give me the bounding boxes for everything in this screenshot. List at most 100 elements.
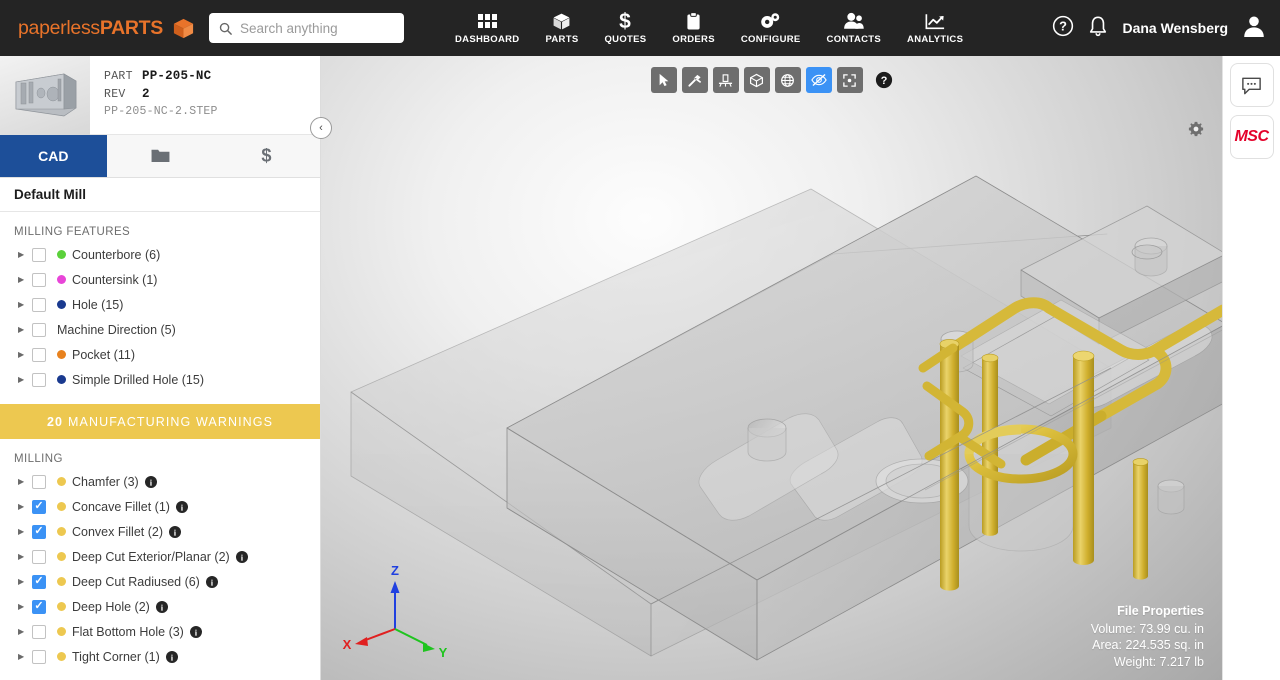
nav-item-configure[interactable]: CONFIGURE (728, 0, 814, 56)
feature-color-dot (57, 250, 66, 259)
nav-item-contacts[interactable]: CONTACTS (814, 0, 894, 56)
chevron-right-icon[interactable]: ▶ (18, 527, 30, 536)
feature-row-machine-direction[interactable]: ▶ Machine Direction (5) (0, 317, 320, 342)
chevron-right-icon[interactable]: ▶ (18, 577, 30, 586)
collapse-panel-button[interactable]: ‹ (310, 117, 332, 139)
milling-row-tight-corner[interactable]: ▶ Tight Corner (1) i (0, 644, 320, 669)
chevron-right-icon[interactable]: ▶ (18, 552, 30, 561)
feature-row-simple-drilled-hole[interactable]: ▶ Simple Drilled Hole (15) (0, 367, 320, 392)
milling-checkbox[interactable] (32, 624, 46, 639)
globe-tool-button[interactable] (774, 67, 801, 93)
feature-checkbox[interactable] (32, 372, 46, 387)
chevron-right-icon[interactable]: ▶ (18, 602, 30, 611)
file-weight: Weight: 7.217 lb (1113, 654, 1204, 669)
chevron-right-icon[interactable]: ▶ (18, 350, 30, 359)
section-plane-icon (718, 73, 733, 87)
tab-cad[interactable]: CAD (0, 135, 107, 177)
chevron-right-icon[interactable]: ▶ (18, 300, 30, 309)
search-input[interactable] (240, 20, 391, 36)
milling-row-deep-cut-radiused[interactable]: ▶ Deep Cut Radiused (6) i (0, 569, 320, 594)
tab-files[interactable] (107, 135, 214, 177)
chevron-right-icon[interactable]: ▶ (18, 275, 30, 284)
chat-button[interactable] (1229, 63, 1274, 107)
process-name: Default Mill (0, 178, 320, 212)
manufacturing-warnings-banner[interactable]: 20 MANUFACTURING WARNINGS (0, 404, 320, 439)
chevron-right-icon[interactable]: ▶ (18, 652, 30, 661)
milling-row-deep-hole[interactable]: ▶ Deep Hole (2) i (0, 594, 320, 619)
nav-item-dashboard[interactable]: DASHBOARD (442, 0, 532, 56)
bell-icon[interactable] (1088, 15, 1108, 42)
info-icon[interactable]: i (155, 600, 168, 613)
box-view-tool-button[interactable] (743, 67, 770, 93)
milling-checkbox[interactable] (32, 599, 46, 614)
nav-label: QUOTES (604, 34, 647, 45)
milling-checkbox[interactable] (32, 549, 46, 564)
feature-row-pocket[interactable]: ▶ Pocket (11) (0, 342, 320, 367)
measure-tool-button[interactable] (681, 67, 708, 93)
info-icon[interactable]: i (205, 575, 218, 588)
chevron-right-icon[interactable]: ▶ (18, 325, 30, 334)
fit-tool-button[interactable] (836, 67, 863, 93)
feature-checkbox[interactable] (32, 347, 46, 362)
nav-item-parts[interactable]: PARTS (532, 0, 591, 56)
milling-checkbox[interactable] (32, 574, 46, 589)
milling-row-flat-bottom-hole[interactable]: ▶ Flat Bottom Hole (3) i (0, 619, 320, 644)
chevron-right-icon[interactable]: ▶ (18, 502, 30, 511)
dollar-icon: $ (618, 11, 632, 31)
milling-checkbox[interactable] (32, 474, 46, 489)
feature-checkbox[interactable] (32, 322, 46, 337)
milling-checkbox[interactable] (32, 649, 46, 664)
axis-label-x: X (343, 637, 352, 652)
info-icon[interactable]: i (175, 500, 188, 513)
app-root: paperlessPARTS DA (0, 0, 1280, 680)
nav-label: PARTS (545, 34, 579, 45)
user-avatar-icon[interactable] (1242, 14, 1266, 43)
part-metadata: PART PP-205-NC REV 2 PP-205-NC-2.STEP (90, 56, 218, 134)
info-icon[interactable]: i (169, 525, 181, 538)
nav-label: DASHBOARD (455, 34, 520, 45)
section-tool-button[interactable] (712, 67, 739, 93)
nav-item-quotes[interactable]: $ QUOTES (591, 0, 659, 56)
feature-label: Counterbore (6) (72, 247, 161, 262)
milling-row-concave-fillet[interactable]: ▶ Concave Fillet (1) i (0, 494, 320, 519)
select-tool-button[interactable] (650, 67, 677, 93)
msc-button[interactable]: MSC (1229, 115, 1274, 159)
milling-row-convex-fillet[interactable]: ▶ Convex Fillet (2) i (0, 519, 320, 544)
chevron-right-icon[interactable]: ▶ (18, 375, 30, 384)
hammer-icon (688, 74, 701, 87)
cad-viewport[interactable]: ? File Properties Volume: 73.99 cu. in A… (321, 56, 1222, 680)
panel-tabs: CAD $ (0, 135, 320, 178)
feature-color-dot (57, 300, 66, 309)
axis-label-y: Y (439, 645, 448, 660)
info-icon[interactable]: i (235, 550, 248, 563)
brand-logo[interactable]: paperlessPARTS (18, 0, 195, 56)
chevron-right-icon[interactable]: ▶ (18, 250, 30, 259)
feature-row-hole[interactable]: ▶ Hole (15) (0, 292, 320, 317)
help-circle-icon[interactable]: ? (1052, 15, 1074, 42)
search-box[interactable] (209, 13, 405, 43)
milling-features-section-label: MILLING FEATURES (14, 226, 131, 238)
folder-icon (151, 147, 170, 166)
feature-checkbox[interactable] (32, 247, 46, 262)
viewer-help-button[interactable]: ? (875, 71, 893, 89)
chevron-right-icon[interactable]: ▶ (18, 477, 30, 486)
nav-item-analytics[interactable]: ANALYTICS (894, 0, 976, 56)
milling-checkbox[interactable] (32, 524, 46, 539)
chevron-right-icon[interactable]: ▶ (18, 627, 30, 636)
feature-checkbox[interactable] (32, 272, 46, 287)
milling-row-deep-cut-exterior-planar[interactable]: ▶ Deep Cut Exterior/Planar (2) i (0, 544, 320, 569)
part-thumbnail[interactable] (0, 56, 90, 135)
viewer-settings-button[interactable] (1188, 121, 1204, 142)
milling-checkbox[interactable] (32, 499, 46, 514)
feature-row-countersink[interactable]: ▶ Countersink (1) (0, 267, 320, 292)
nav-item-orders[interactable]: ORDERS (659, 0, 727, 56)
feature-checkbox[interactable] (32, 297, 46, 312)
tab-pricing[interactable]: $ (213, 135, 320, 177)
info-icon[interactable]: i (144, 475, 157, 488)
svg-text:$: $ (620, 11, 632, 31)
info-icon[interactable]: i (165, 650, 178, 663)
milling-row-chamfer[interactable]: ▶ Chamfer (3) i (0, 469, 320, 494)
info-icon[interactable]: i (189, 625, 202, 638)
feature-row-counterbore[interactable]: ▶ Counterbore (6) (0, 242, 320, 267)
hide-tool-button[interactable] (805, 67, 832, 93)
